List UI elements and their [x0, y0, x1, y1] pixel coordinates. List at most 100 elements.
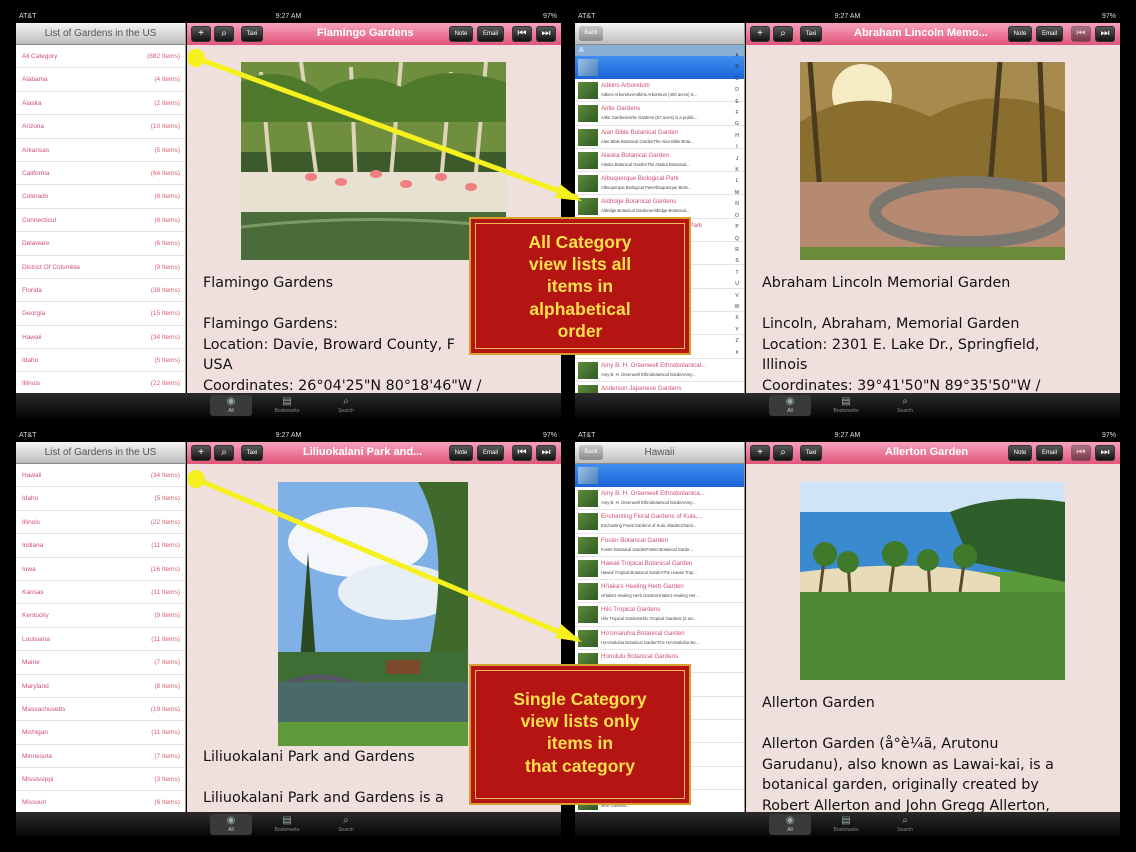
garden-row[interactable]: Hilo Tropical Gardens Hilo Tropical Garde…: [575, 603, 744, 627]
category-row[interactable]: All Category (882 Items): [16, 45, 185, 69]
category-row[interactable]: Missouri (6 Items): [16, 791, 185, 812]
index-letter[interactable]: T: [732, 268, 742, 279]
index-letter[interactable]: F: [732, 108, 742, 119]
next-button[interactable]: ⏭: [1095, 445, 1115, 461]
search-button[interactable]: ⌕: [773, 26, 793, 42]
category-row[interactable]: Colorado (8 Items): [16, 185, 185, 209]
add-button[interactable]: +: [750, 26, 770, 42]
selected-row[interactable]: [575, 56, 744, 79]
index-letter[interactable]: #: [732, 348, 742, 359]
back-button[interactable]: Back: [579, 445, 603, 460]
category-row[interactable]: Connecticut (8 Items): [16, 209, 185, 233]
garden-row[interactable]: Amy B. H. Greenwell Ethnobotanical... Amy…: [575, 359, 744, 382]
category-row[interactable]: Maryland (8 Items): [16, 675, 185, 698]
category-row[interactable]: Louisiana (11 Items): [16, 628, 185, 652]
index-letter[interactable]: B: [732, 62, 742, 73]
index-letter[interactable]: P: [732, 222, 742, 233]
category-row[interactable]: Maine (7 Items): [16, 651, 185, 675]
previous-button[interactable]: ⏮: [1071, 26, 1091, 42]
tab-all[interactable]: ◉ All: [769, 395, 811, 416]
category-row[interactable]: Mississippi (3 Items): [16, 768, 185, 792]
back-button[interactable]: Back: [579, 26, 603, 41]
category-row[interactable]: Michigan (11 Items): [16, 721, 185, 745]
garden-row[interactable]: Ho'omaluhia Botanical Garden Ho'omaluhia …: [575, 627, 744, 651]
tab-search[interactable]: ⌕ Search: [884, 395, 926, 416]
garden-row[interactable]: Alan Bible Botanical Garden Alan Bible Bo…: [575, 126, 744, 149]
category-row[interactable]: Hawaii (34 Items): [16, 464, 185, 488]
previous-button[interactable]: ⏮: [512, 445, 532, 461]
index-letter[interactable]: G: [732, 119, 742, 130]
category-row[interactable]: Illinois (22 Items): [16, 372, 185, 393]
next-button[interactable]: ⏭: [536, 445, 556, 461]
add-button[interactable]: +: [191, 26, 211, 42]
index-letter[interactable]: J: [732, 154, 742, 165]
index-letter[interactable]: Z: [732, 336, 742, 347]
category-row[interactable]: Florida (38 Items): [16, 279, 185, 303]
tab-bookmarks[interactable]: ▤ Bookmarks: [825, 814, 867, 835]
garden-row[interactable]: Alaska Botanical Garden Alaska Botanical …: [575, 149, 744, 173]
email-button[interactable]: Email: [477, 26, 504, 42]
email-button[interactable]: Email: [1036, 26, 1063, 42]
garden-row[interactable]: Airlie Gardens Airlie GardensAirlie Garde…: [575, 102, 744, 126]
category-row[interactable]: California (64 Items): [16, 162, 185, 186]
tab-search[interactable]: ⌕ Search: [884, 814, 926, 835]
note-button[interactable]: Note: [449, 26, 473, 42]
email-button[interactable]: Email: [1036, 445, 1063, 461]
search-button[interactable]: ⌕: [214, 26, 234, 42]
alphabet-index[interactable]: A B C D E F G H I J K L M N O P Q R S T U V W X Y Z #: [732, 51, 742, 359]
category-row[interactable]: Alaska (2 Items): [16, 92, 185, 116]
add-button[interactable]: +: [191, 445, 211, 461]
taxi-button[interactable]: Taxi: [800, 26, 822, 42]
add-button[interactable]: +: [750, 445, 770, 461]
garden-row[interactable]: Enchanting Floral Gardens of Kula,... Enc…: [575, 510, 744, 534]
tab-all[interactable]: ◉ All: [210, 395, 252, 416]
search-button[interactable]: ⌕: [773, 445, 793, 461]
category-row[interactable]: Idaho (5 Items): [16, 349, 185, 373]
email-button[interactable]: Email: [477, 445, 504, 461]
tab-all[interactable]: ◉ All: [210, 814, 252, 835]
note-button[interactable]: Note: [1008, 26, 1032, 42]
index-letter[interactable]: D: [732, 85, 742, 96]
index-letter[interactable]: E: [732, 97, 742, 108]
note-button[interactable]: Note: [1008, 445, 1032, 461]
index-letter[interactable]: O: [732, 211, 742, 222]
taxi-button[interactable]: Taxi: [800, 445, 822, 461]
category-row[interactable]: Illinois (22 Items): [16, 511, 185, 535]
previous-button[interactable]: ⏮: [512, 26, 532, 42]
index-letter[interactable]: R: [732, 245, 742, 256]
index-letter[interactable]: C: [732, 74, 742, 85]
category-row[interactable]: District Of Columbia (9 Items): [16, 256, 185, 279]
index-letter[interactable]: N: [732, 199, 742, 210]
garden-row[interactable]: Aldridge Botanical Gardens Aldridge Botan…: [575, 195, 744, 219]
index-letter[interactable]: I: [732, 142, 742, 153]
tab-search[interactable]: ⌕ Search: [325, 395, 367, 416]
index-letter[interactable]: M: [732, 188, 742, 199]
index-letter[interactable]: X: [732, 313, 742, 324]
category-row[interactable]: Arkansas (5 Items): [16, 139, 185, 162]
category-row[interactable]: Delaware (6 Items): [16, 232, 185, 256]
previous-button[interactable]: ⏮: [1071, 445, 1091, 461]
category-row[interactable]: Hawaii (34 Items): [16, 326, 185, 350]
category-row[interactable]: Alabama (4 Items): [16, 68, 185, 92]
garden-row[interactable]: Albuquerque Biological Park Albuquerque B…: [575, 172, 744, 196]
index-letter[interactable]: K: [732, 165, 742, 176]
garden-row[interactable]: Hi'iaka's Healing Herb Garden Hi'iaka's H…: [575, 580, 744, 604]
index-letter[interactable]: A: [732, 51, 742, 62]
category-row[interactable]: Idaho (5 Items): [16, 487, 185, 511]
tab-bookmarks[interactable]: ▤ Bookmarks: [825, 395, 867, 416]
garden-row[interactable]: Hawaii Tropical Botanical Garden Hawaii T…: [575, 557, 744, 581]
next-button[interactable]: ⏭: [1095, 26, 1115, 42]
tab-bookmarks[interactable]: ▤ Bookmarks: [266, 814, 308, 835]
garden-row[interactable]: Amy B. H. Greenwell Ethnobotanica... Amy …: [575, 487, 744, 511]
category-row[interactable]: Indiana (11 Items): [16, 534, 185, 558]
category-row[interactable]: Kansas (11 Items): [16, 581, 185, 605]
tab-all[interactable]: ◉ All: [769, 814, 811, 835]
garden-row[interactable]: Anderson Japanese GardensAnderson Japane…: [575, 382, 744, 393]
tab-bookmarks[interactable]: ▤ Bookmarks: [266, 395, 308, 416]
category-row[interactable]: Iowa (16 Items): [16, 558, 185, 581]
tab-search[interactable]: ⌕ Search: [325, 814, 367, 835]
category-row[interactable]: Arizona (10 Items): [16, 115, 185, 139]
garden-row[interactable]: Adkins Arboretum Adkins ArboretumAdkins A…: [575, 79, 744, 103]
index-letter[interactable]: L: [732, 176, 742, 187]
note-button[interactable]: Note: [449, 445, 473, 461]
